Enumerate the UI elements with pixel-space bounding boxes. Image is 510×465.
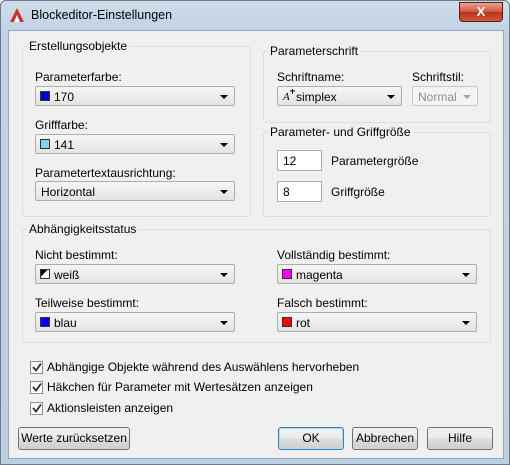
parameterfarbe-value: 170	[54, 90, 75, 104]
show-action-bars-checkbox[interactable]	[30, 402, 43, 415]
ok-button[interactable]: OK	[278, 427, 344, 450]
griffgroesse-label: Griffgröße	[331, 185, 385, 199]
chevron-down-icon	[220, 95, 228, 99]
color-swatch	[40, 139, 50, 149]
nicht-bestimmt-select[interactable]: weiß	[35, 264, 235, 284]
teilweise-bestimmt-value: blau	[54, 316, 77, 330]
highlight-dependents-checkbox[interactable]	[30, 361, 43, 374]
parametergroesse-label: Parametergröße	[331, 154, 419, 168]
chevron-down-icon	[220, 321, 228, 325]
color-swatch	[282, 269, 292, 279]
chevron-down-icon	[462, 321, 470, 325]
nicht-bestimmt-label: Nicht bestimmt:	[35, 248, 118, 262]
parameterfarbe-label: Parameterfarbe:	[35, 70, 122, 84]
vollstaendig-bestimmt-select[interactable]: magenta	[277, 264, 477, 284]
color-swatch	[282, 317, 292, 327]
falsch-bestimmt-select[interactable]: rot	[277, 312, 477, 332]
chevron-down-icon	[220, 143, 228, 147]
schriftstil-select[interactable]: Normal	[412, 86, 478, 106]
app-icon	[10, 8, 24, 22]
show-checkmarks-checkbox[interactable]	[30, 381, 43, 394]
textausrichtung-value: Horizontal	[41, 185, 96, 199]
chevron-down-icon	[463, 95, 471, 99]
grifffarbe-label: Grifffarbe:	[35, 118, 88, 132]
parameterfarbe-select[interactable]: 170	[35, 86, 235, 106]
teilweise-bestimmt-select[interactable]: blau	[35, 312, 235, 332]
parametergroesse-value: 12	[283, 154, 297, 168]
schriftname-select[interactable]: A simplex	[277, 86, 402, 106]
group-title-parameterschrift: Parameterschrift	[268, 44, 361, 58]
close-button[interactable]: X	[459, 2, 503, 22]
grifffarbe-value: 141	[54, 138, 75, 152]
chevron-down-icon	[220, 190, 228, 194]
group-title-groesse: Parameter- und Griffgröße	[268, 125, 413, 139]
vollstaendig-bestimmt-label: Vollständig bestimmt:	[277, 248, 391, 262]
dialog-window: Blockeditor-Einstellungen X Erstellungso…	[0, 0, 510, 465]
svg-text:A: A	[282, 91, 290, 103]
help-button[interactable]: Hilfe	[427, 427, 493, 450]
title-bar[interactable]: Blockeditor-Einstellungen X	[1, 1, 509, 29]
dialog-client: Erstellungsobjekte Parameterfarbe: 170 G…	[8, 30, 504, 459]
chevron-down-icon	[462, 273, 470, 277]
checkmark-icon	[32, 382, 42, 392]
reset-button[interactable]: Werte zurücksetzen	[18, 427, 130, 450]
shx-font-icon: A	[282, 89, 295, 103]
window-title: Blockeditor-Einstellungen	[31, 8, 173, 22]
textausrichtung-label: Parametertextausrichtung:	[35, 166, 176, 180]
show-checkmarks-label[interactable]: Häkchen für Parameter mit Wertesätzen an…	[47, 380, 313, 394]
group-title-erstellungsobjekte: Erstellungsobjekte	[27, 39, 130, 53]
teilweise-bestimmt-label: Teilweise bestimmt:	[35, 296, 140, 310]
close-icon: X	[476, 4, 486, 19]
schriftstil-value: Normal	[418, 90, 457, 104]
grifffarbe-select[interactable]: 141	[35, 134, 235, 154]
schriftstil-label: Schriftstil:	[412, 70, 465, 84]
textausrichtung-select[interactable]: Horizontal	[35, 181, 235, 201]
vollstaendig-bestimmt-value: magenta	[296, 268, 343, 282]
color-swatch	[40, 317, 50, 327]
highlight-dependents-label[interactable]: Abhängige Objekte während des Auswählens…	[47, 360, 359, 374]
checkmark-icon	[32, 403, 42, 413]
griffgroesse-value: 8	[283, 185, 290, 199]
show-action-bars-label[interactable]: Aktionsleisten anzeigen	[47, 401, 173, 415]
falsch-bestimmt-value: rot	[296, 316, 311, 330]
griffgroesse-input[interactable]: 8	[277, 181, 322, 202]
cancel-button[interactable]: Abbrechen	[352, 427, 418, 450]
checkmark-icon	[32, 362, 42, 372]
chevron-down-icon	[387, 95, 395, 99]
group-groesse	[263, 132, 491, 217]
white-black-swatch-icon	[40, 269, 50, 279]
falsch-bestimmt-label: Falsch bestimmt:	[277, 296, 368, 310]
color-swatch	[40, 91, 50, 101]
parametergroesse-input[interactable]: 12	[277, 150, 322, 171]
nicht-bestimmt-value: weiß	[54, 268, 80, 282]
schriftname-value: simplex	[296, 90, 337, 104]
group-title-status: Abhängigkeitsstatus	[27, 222, 139, 236]
chevron-down-icon	[220, 273, 228, 277]
schriftname-label: Schriftname:	[277, 70, 345, 84]
